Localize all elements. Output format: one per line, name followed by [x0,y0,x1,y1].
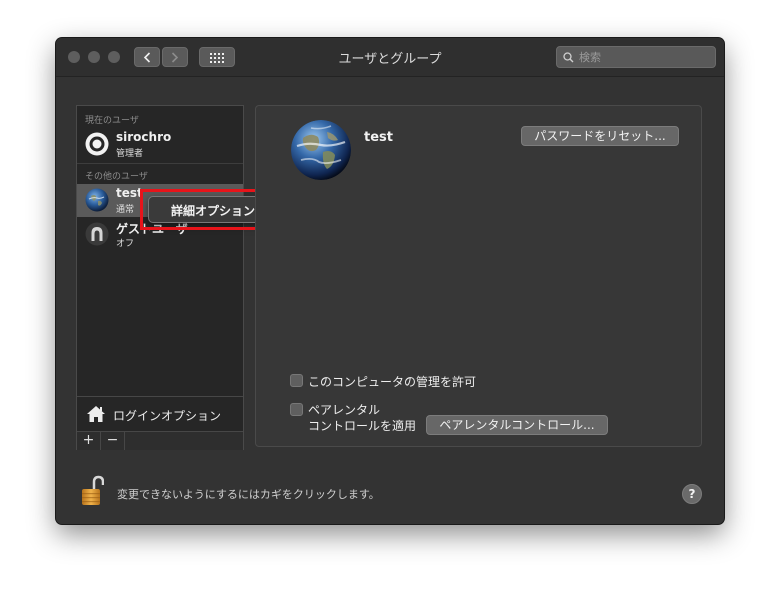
user-role: オフ [116,239,135,249]
title-bar: ユーザとグループ [56,38,724,77]
help-button[interactable]: ? [682,484,702,504]
guest-avatar-icon [85,222,109,246]
house-icon [87,406,105,422]
user-detail-pane: test パスワードをリセット... このコンピュータの管理を許可 ペアレンタル… [255,105,702,447]
other-users-section-label: その他のユーザ [85,172,148,182]
earth-avatar-icon[interactable] [291,120,351,180]
search-input[interactable] [579,49,709,65]
user-name: test [116,186,143,200]
parental-controls-label-line2: コントロールを適用 [308,419,417,433]
selected-user-name: test [364,130,393,145]
earth-avatar-icon [85,188,109,212]
preferences-window: ユーザとグループ 現在のユーザ sirochro 管理者 その他のユーザ [56,38,724,524]
user-row-sirochro[interactable]: sirochro 管理者 [77,128,243,161]
add-user-button[interactable]: + [77,432,101,450]
parental-controls-checkbox[interactable] [290,403,303,416]
search-icon [563,52,574,63]
login-options-label: ログインオプション [113,409,222,423]
admin-avatar-icon [85,132,109,156]
reset-password-button[interactable]: パスワードをリセット... [521,126,679,146]
remove-user-button[interactable]: − [101,432,125,450]
unlocked-padlock-icon[interactable] [80,475,104,507]
user-name: sirochro [116,130,172,144]
divider [77,163,243,164]
search-field[interactable] [556,46,716,68]
lock-instruction-text: 変更できないようにするにはカギをクリックします。 [117,488,380,501]
allow-admin-checkbox[interactable] [290,374,303,387]
login-options-item[interactable]: ログインオプション [77,396,243,431]
user-role: 管理者 [116,149,144,159]
user-list-sidebar: 現在のユーザ sirochro 管理者 その他のユーザ test 通常 ゲストユ… [76,105,244,450]
allow-admin-label: このコンピュータの管理を許可 [308,375,477,389]
current-user-section-label: 現在のユーザ [85,116,139,126]
parental-controls-label-line1: ペアレンタル [308,403,381,417]
user-role: 通常 [116,205,135,215]
add-remove-bar: + − [77,431,243,450]
parental-controls-button[interactable]: ペアレンタルコントロール... [426,415,608,435]
